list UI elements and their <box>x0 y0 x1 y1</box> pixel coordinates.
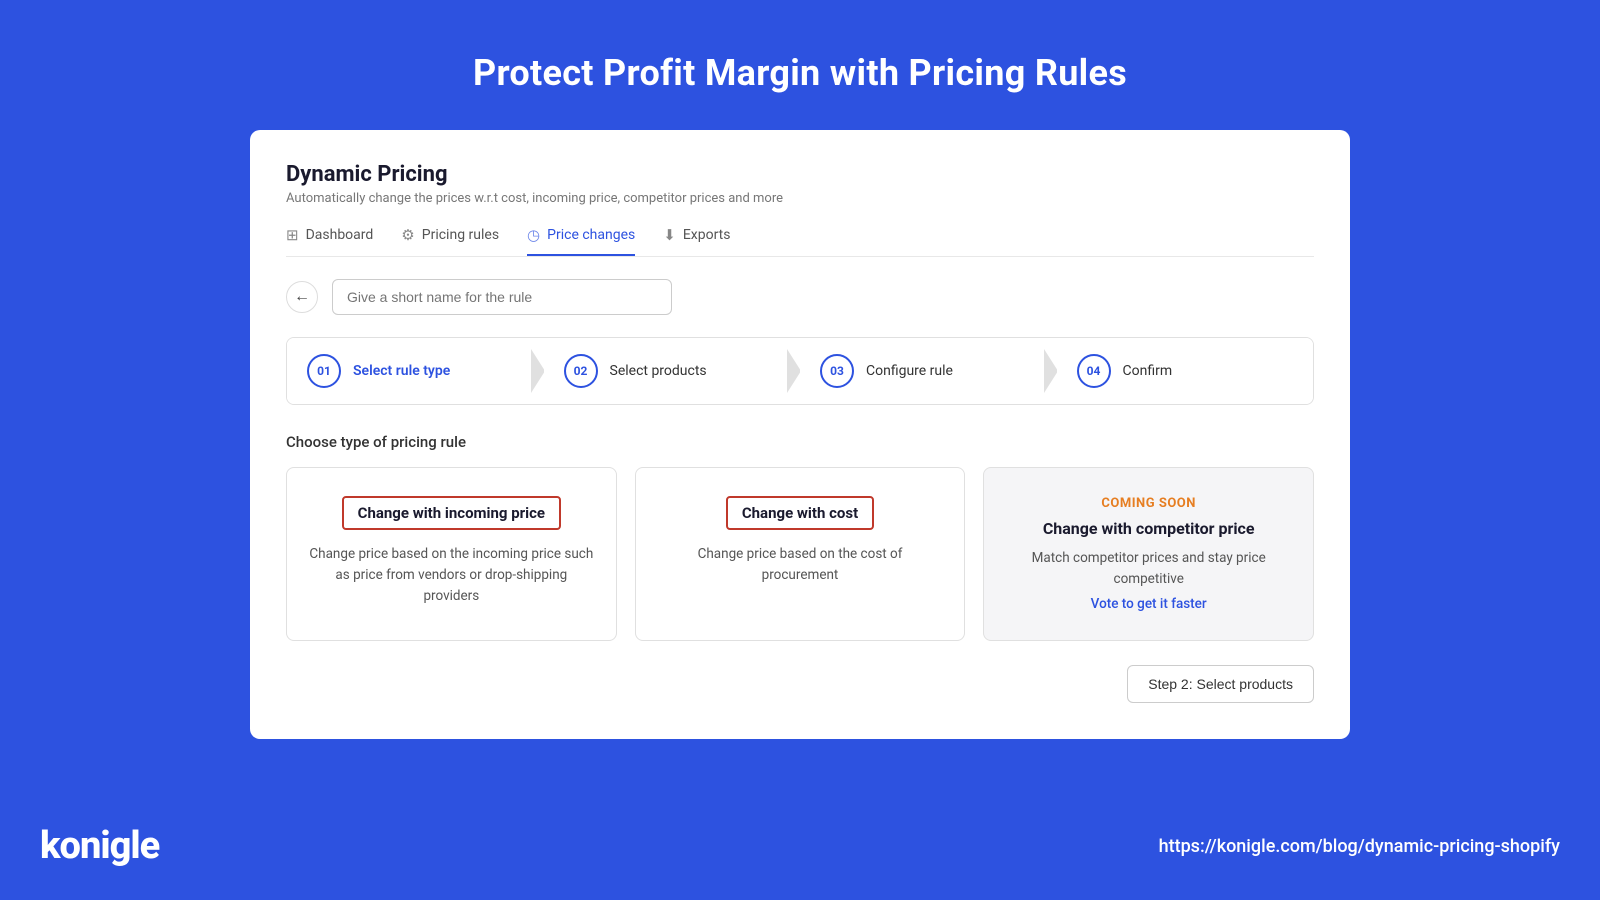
step-1-label: Select rule type <box>353 363 450 379</box>
app-subtitle: Automatically change the prices w.r.t co… <box>286 191 1314 206</box>
tab-price-changes[interactable]: ◷ Price changes <box>527 226 635 256</box>
card-incoming-price-title: Change with incoming price <box>342 496 561 530</box>
card-competitor: COMING SOON Change with competitor price… <box>983 467 1314 641</box>
back-button[interactable]: ← <box>286 281 318 313</box>
footer: konigle https://konigle.com/blog/dynamic… <box>0 824 1600 868</box>
page-heading: Protect Profit Margin with Pricing Rules <box>473 52 1127 94</box>
footer-url: https://konigle.com/blog/dynamic-pricing… <box>1159 836 1560 857</box>
pricing-cards: Change with incoming price Change price … <box>286 467 1314 641</box>
vote-link[interactable]: Vote to get it faster <box>1091 596 1207 612</box>
tab-dashboard-label: Dashboard <box>306 227 374 243</box>
clock-icon: ◷ <box>527 226 540 244</box>
card-cost-desc: Change price based on the cost of procur… <box>658 544 943 586</box>
step-3: 03 Configure rule <box>800 338 1057 404</box>
card-competitor-desc: Match competitor prices and stay price c… <box>1006 548 1291 590</box>
tab-exports[interactable]: ⬇ Exports <box>663 226 730 256</box>
step-3-label: Configure rule <box>866 363 953 379</box>
steps-bar: 01 Select rule type 02 Select products 0… <box>286 337 1314 405</box>
card-cost[interactable]: Change with cost Change price based on t… <box>635 467 966 641</box>
konigle-logo: konigle <box>40 824 159 868</box>
step2-row: Step 2: Select products <box>286 665 1314 703</box>
step-4-circle: 04 <box>1077 354 1111 388</box>
step-2-label: Select products <box>610 363 707 379</box>
card-competitor-title: Change with competitor price <box>1006 519 1291 538</box>
tab-exports-label: Exports <box>683 227 731 243</box>
gear-icon: ⚙ <box>401 226 414 244</box>
step-2-circle: 02 <box>564 354 598 388</box>
dashboard-icon: ⊞ <box>286 226 299 244</box>
step-1-circle: 01 <box>307 354 341 388</box>
app-title: Dynamic Pricing <box>286 162 1314 187</box>
step-4-label: Confirm <box>1123 363 1173 379</box>
main-card: Dynamic Pricing Automatically change the… <box>250 130 1350 739</box>
rule-name-input[interactable] <box>332 279 672 315</box>
coming-soon-badge: COMING SOON <box>1006 496 1291 511</box>
card-cost-title: Change with cost <box>726 496 874 530</box>
tab-dashboard[interactable]: ⊞ Dashboard <box>286 226 373 256</box>
card-incoming-price-desc: Change price based on the incoming price… <box>309 544 594 607</box>
step-3-circle: 03 <box>820 354 854 388</box>
tab-pricing-rules[interactable]: ⚙ Pricing rules <box>401 226 499 256</box>
nav-tabs: ⊞ Dashboard ⚙ Pricing rules ◷ Price chan… <box>286 226 1314 257</box>
step-2: 02 Select products <box>544 338 801 404</box>
step-1: 01 Select rule type <box>287 338 544 404</box>
rule-name-row: ← <box>286 279 1314 315</box>
tab-price-changes-label: Price changes <box>547 227 635 243</box>
download-icon: ⬇ <box>663 226 676 244</box>
tab-pricing-rules-label: Pricing rules <box>422 227 499 243</box>
step-4: 04 Confirm <box>1057 338 1314 404</box>
choose-type-label: Choose type of pricing rule <box>286 433 1314 451</box>
step2-button[interactable]: Step 2: Select products <box>1127 665 1314 703</box>
card-incoming-price[interactable]: Change with incoming price Change price … <box>286 467 617 641</box>
